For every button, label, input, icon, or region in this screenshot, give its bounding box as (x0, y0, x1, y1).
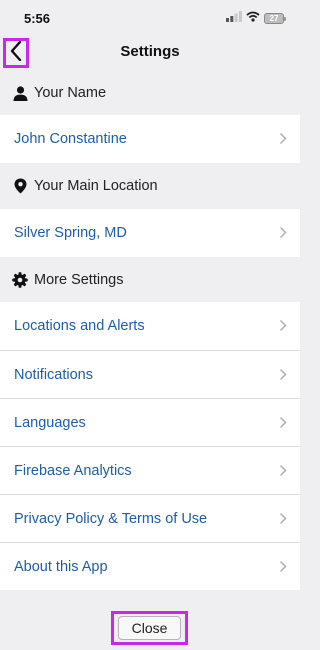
gear-icon (12, 272, 28, 288)
list-item-label: Locations and Alerts (14, 318, 145, 334)
list-item-locations-alerts[interactable]: Locations and Alerts (0, 302, 300, 350)
chevron-right-icon (279, 319, 287, 337)
battery-icon: 27 (264, 12, 286, 24)
navigation-bar: Settings (0, 36, 300, 70)
status-time: 5:56 (24, 10, 51, 26)
more-settings-group: Locations and Alerts Notifications Langu… (0, 302, 300, 590)
section-header-your-name: Your Name (0, 71, 300, 115)
chevron-right-icon (279, 132, 287, 150)
list-item-label: Notifications (14, 366, 93, 383)
footer: Close (0, 596, 300, 650)
page-title: Settings (120, 43, 180, 60)
chevron-right-icon (279, 464, 287, 482)
list-item-location[interactable]: Silver Spring, MD (0, 209, 300, 257)
list-item-label: Firebase Analytics (14, 462, 132, 479)
list-item-privacy-policy[interactable]: Privacy Policy & Terms of Use (0, 494, 300, 542)
location-group: Silver Spring, MD (0, 209, 300, 257)
section-header-label: Your Name (34, 85, 107, 101)
chevron-right-icon (279, 226, 287, 244)
list-item-label: John Constantine (14, 131, 127, 147)
section-header-label: Your Main Location (34, 178, 158, 194)
wifi-icon (246, 9, 260, 27)
list-item-label: Languages (14, 414, 86, 431)
status-bar: 5:56 27 (0, 0, 300, 36)
list-item-about-app[interactable]: About this App (0, 542, 300, 590)
list-item-firebase-analytics[interactable]: Firebase Analytics (0, 446, 300, 494)
list-item-label: Silver Spring, MD (14, 225, 127, 241)
chevron-right-icon (279, 368, 287, 386)
list-item-notifications[interactable]: Notifications (0, 350, 300, 398)
close-button-label: Close (118, 616, 181, 640)
list-item-languages[interactable]: Languages (0, 398, 300, 446)
status-icons: 27 (226, 9, 286, 27)
list-item-label: About this App (14, 558, 108, 575)
chevron-right-icon (279, 416, 287, 434)
person-icon (12, 85, 28, 101)
signal-icon (226, 9, 242, 27)
name-group: John Constantine (0, 115, 300, 163)
section-header-main-location: Your Main Location (0, 164, 300, 208)
close-button[interactable]: Close (111, 611, 188, 645)
chevron-right-icon (279, 560, 287, 578)
chevron-right-icon (279, 512, 287, 530)
list-item-label: Privacy Policy & Terms of Use (14, 510, 208, 527)
list-item-name[interactable]: John Constantine (0, 115, 300, 163)
section-header-more-settings: More Settings (0, 258, 300, 302)
section-header-label: More Settings (34, 272, 124, 288)
location-pin-icon (12, 178, 28, 194)
